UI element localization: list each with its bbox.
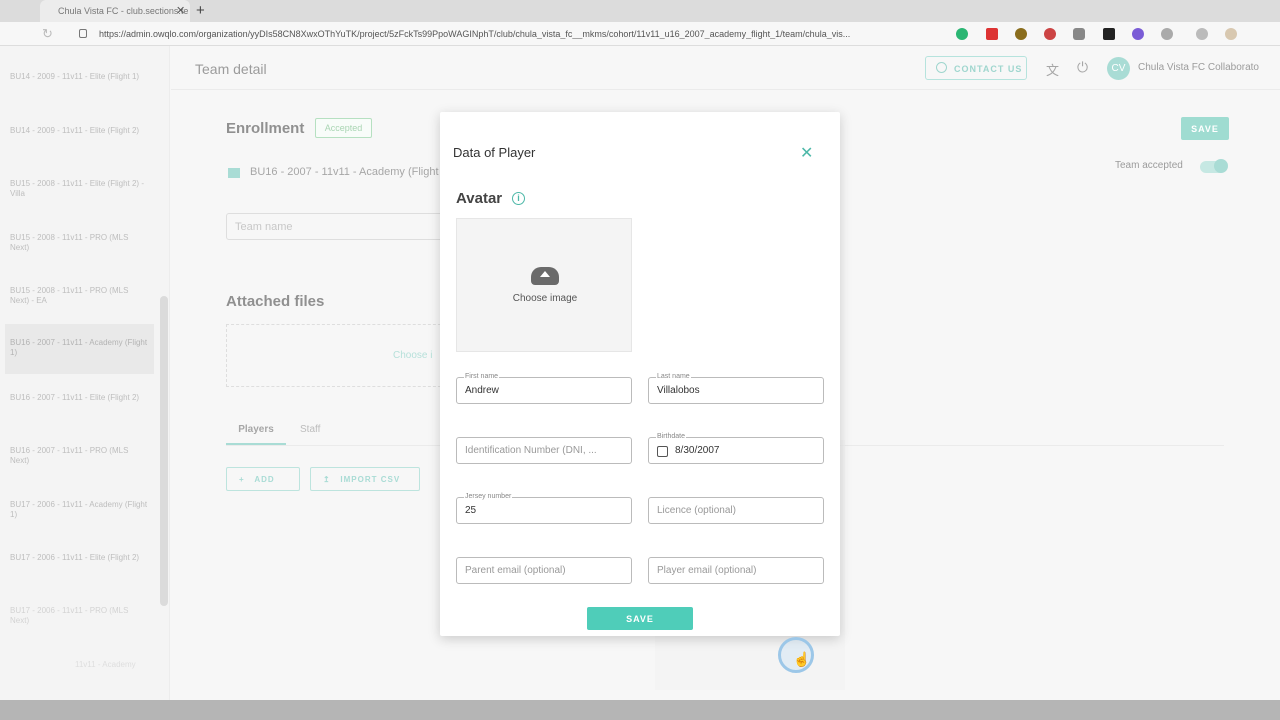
browser-tab[interactable]: Chula Vista FC - club.sections.te bbox=[40, 0, 190, 22]
collections-icon[interactable] bbox=[1196, 28, 1208, 40]
close-tab-icon[interactable]: ✕ bbox=[176, 4, 185, 17]
browser-tab-bar: Chula Vista FC - club.sections.te ✕ + bbox=[0, 0, 1280, 22]
first-name-label: First name bbox=[464, 373, 500, 380]
profile-icon[interactable] bbox=[1225, 28, 1237, 40]
calendar-icon[interactable] bbox=[657, 446, 668, 457]
player-email-placeholder: Player email (optional) bbox=[657, 565, 757, 576]
last-name-label: Last name bbox=[656, 373, 691, 380]
extension-icon[interactable] bbox=[1015, 28, 1027, 40]
extension-icon[interactable] bbox=[986, 28, 998, 40]
parent-email-placeholder: Parent email (optional) bbox=[465, 565, 566, 576]
refresh-icon[interactable]: ↻ bbox=[42, 26, 53, 42]
hand-cursor-icon: ☝ bbox=[793, 651, 811, 667]
first-name-value: Andrew bbox=[465, 385, 499, 396]
extension-icon[interactable] bbox=[1103, 28, 1115, 40]
extensions-puzzle-icon[interactable] bbox=[1161, 28, 1173, 40]
lock-icon bbox=[79, 29, 87, 38]
os-taskbar bbox=[0, 700, 1280, 720]
dialog-title: Data of Player bbox=[453, 145, 536, 160]
extension-icon[interactable] bbox=[1073, 28, 1085, 40]
address-bar: ↻ https://admin.owqlo.com/organization/y… bbox=[0, 22, 1280, 46]
avatar-section-title: Avatar bbox=[456, 190, 503, 207]
player-email-field[interactable]: Player email (optional) bbox=[648, 557, 824, 584]
last-name-field[interactable]: Last name Villalobos bbox=[648, 373, 824, 404]
close-icon[interactable]: ✕ bbox=[800, 143, 813, 163]
image-upload-box[interactable]: Choose image bbox=[456, 218, 632, 352]
browser-tab-title: Chula Vista FC - club.sections.te bbox=[58, 6, 189, 16]
birthdate-value: 8/30/2007 bbox=[675, 445, 720, 456]
identification-number-placeholder: Identification Number (DNI, ... bbox=[465, 445, 597, 456]
info-icon[interactable]: i bbox=[512, 192, 525, 205]
licence-placeholder: Licence (optional) bbox=[657, 505, 736, 516]
extension-icon[interactable] bbox=[1132, 28, 1144, 40]
identification-number-field[interactable]: Identification Number (DNI, ... bbox=[456, 437, 632, 464]
player-data-dialog: Data of Player ✕ Avatar i Choose image F… bbox=[440, 112, 840, 636]
choose-image-label: Choose image bbox=[512, 293, 578, 304]
jersey-number-value: 25 bbox=[465, 505, 477, 516]
cloud-upload-icon bbox=[531, 267, 559, 285]
extension-icon[interactable] bbox=[1044, 28, 1056, 40]
licence-field[interactable]: Licence (optional) bbox=[648, 497, 824, 524]
save-player-button[interactable]: SAVE bbox=[587, 607, 693, 630]
last-name-value: Villalobos bbox=[657, 385, 700, 396]
parent-email-field[interactable]: Parent email (optional) bbox=[456, 557, 632, 584]
first-name-field[interactable]: First name Andrew bbox=[456, 373, 632, 404]
birthdate-label: Birthdate bbox=[656, 433, 687, 440]
birthdate-field[interactable]: Birthdate 8/30/2007 bbox=[648, 433, 824, 464]
jersey-number-field[interactable]: Jersey number 25 bbox=[456, 493, 632, 524]
new-tab-button[interactable]: + bbox=[196, 2, 205, 19]
url-field[interactable]: https://admin.owqlo.com/organization/yyD… bbox=[99, 29, 869, 39]
jersey-number-label: Jersey number bbox=[464, 493, 513, 500]
extension-icon[interactable] bbox=[956, 28, 968, 40]
